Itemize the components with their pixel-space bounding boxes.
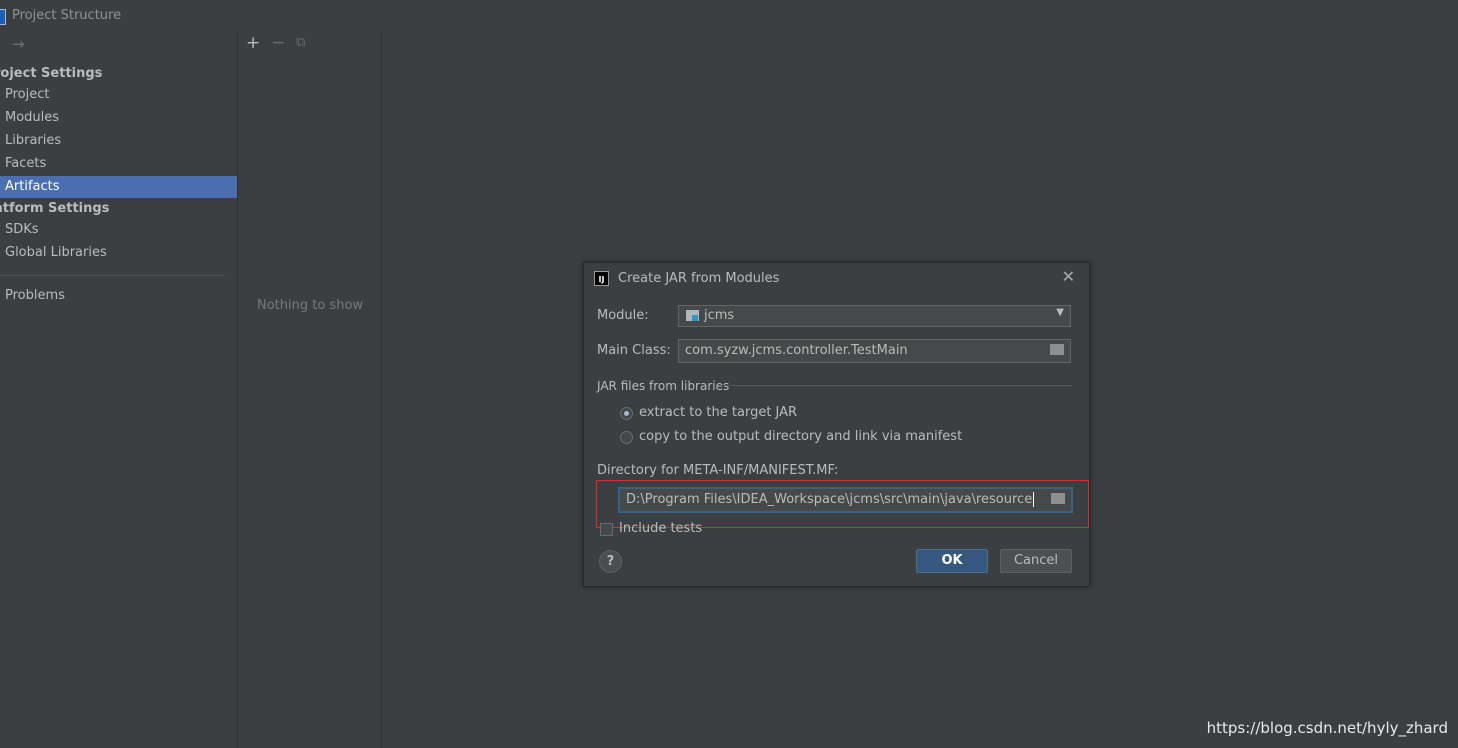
manifest-dir-label: Directory for META-INF/MANIFEST.MF:	[597, 463, 839, 478]
main-class-label: Main Class:	[597, 343, 671, 358]
cancel-button[interactable]: Cancel	[1000, 549, 1072, 573]
chevron-down-icon: ▼	[1056, 307, 1064, 318]
manifest-dir-value: D:\Program Files\IDEA_Workspace\jcms\src…	[626, 492, 1035, 507]
group-divider	[721, 385, 1072, 386]
folder-browse-icon[interactable]	[1051, 493, 1065, 504]
sidebar-item-global-libraries[interactable]: Global Libraries	[0, 242, 237, 264]
ok-button[interactable]: OK	[916, 549, 988, 573]
sidebar-item-libraries[interactable]: Libraries	[0, 130, 237, 152]
main-class-field[interactable]: com.syzw.jcms.controller.TestMain	[678, 339, 1071, 363]
module-folder-icon	[686, 310, 699, 321]
artifacts-list-panel: + − ⧉ Nothing to show	[238, 31, 382, 748]
main-class-value: com.syzw.jcms.controller.TestMain	[685, 343, 908, 358]
intellij-dialog-icon: IJ	[594, 271, 609, 286]
create-jar-dialog: IJ Create JAR from Modules ✕ Module: jcm…	[583, 262, 1090, 587]
radio-copy-label[interactable]: copy to the output directory and link vi…	[639, 429, 962, 444]
intellij-app-icon	[0, 9, 6, 25]
empty-list-text: Nothing to show	[257, 298, 364, 313]
forward-arrow-icon[interactable]: →	[12, 35, 25, 53]
module-value: jcms	[704, 308, 735, 323]
sidebar-item-modules[interactable]: Modules	[0, 107, 237, 129]
sidebar-item-problems[interactable]: Problems	[0, 285, 237, 307]
sidebar-item-artifacts[interactable]: Artifacts	[0, 176, 237, 198]
module-label: Module:	[597, 308, 649, 323]
section-project-settings: roject Settings	[0, 66, 103, 81]
close-icon[interactable]: ✕	[1062, 267, 1075, 286]
section-platform-settings: atform Settings	[0, 201, 110, 216]
jar-files-group-label: JAR files from libraries	[597, 379, 730, 393]
radio-extract-label[interactable]: extract to the target JAR	[639, 405, 797, 420]
sidebar-divider	[0, 275, 225, 276]
radio-copy[interactable]	[620, 431, 633, 444]
folder-browse-icon[interactable]	[1050, 344, 1064, 355]
include-tests-checkbox[interactable]	[600, 523, 613, 536]
include-tests-label[interactable]: Include tests	[619, 521, 702, 536]
window-title: Project Structure	[12, 8, 122, 23]
module-combobox[interactable]: jcms ▼	[678, 305, 1071, 327]
dialog-title: Create JAR from Modules	[618, 271, 780, 286]
project-structure-sidebar: → roject Settings Project Modules Librar…	[0, 31, 238, 748]
copy-icon[interactable]: ⧉	[296, 35, 305, 50]
sidebar-item-project[interactable]: Project	[0, 84, 237, 106]
manifest-dir-field[interactable]: D:\Program Files\IDEA_Workspace\jcms\src…	[618, 487, 1073, 513]
sidebar-item-facets[interactable]: Facets	[0, 153, 237, 175]
sidebar-item-sdks[interactable]: SDKs	[0, 219, 237, 241]
watermark-text: https://blog.csdn.net/hyly_zhard	[1206, 719, 1448, 737]
radio-extract[interactable]	[620, 407, 633, 420]
add-icon[interactable]: +	[246, 33, 260, 53]
window-titlebar: Project Structure	[0, 0, 1458, 31]
remove-icon[interactable]: −	[271, 33, 285, 53]
help-button[interactable]: ?	[599, 550, 622, 573]
